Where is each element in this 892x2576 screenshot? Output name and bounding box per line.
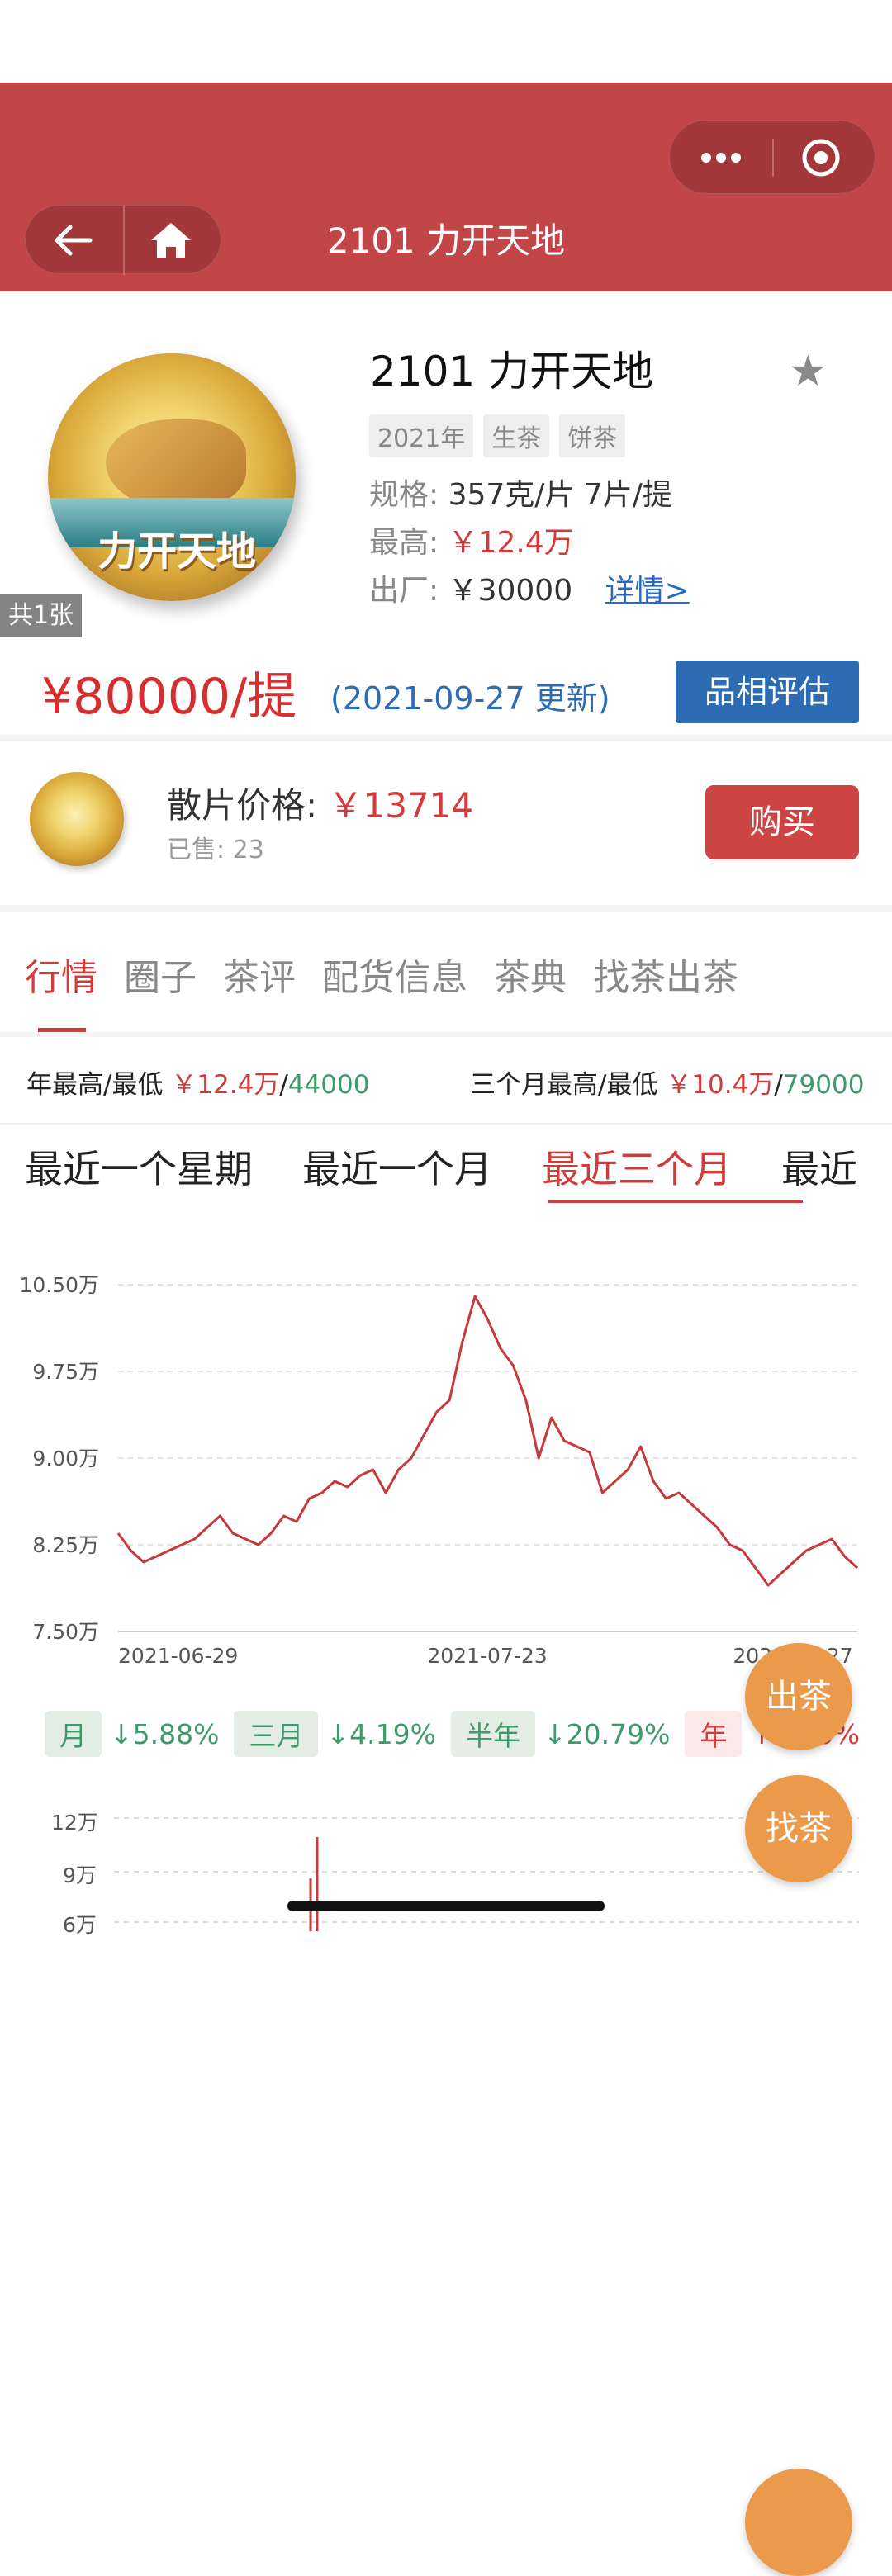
content-tabs: 行情 圈子 茶评 配货信息 茶典 找茶出茶 xyxy=(25,948,738,1001)
product-title: 2101 力开天地 xyxy=(370,348,654,395)
close-target-icon[interactable] xyxy=(800,137,842,178)
section-divider xyxy=(0,735,892,741)
home-indicator xyxy=(287,1901,605,1911)
price-line xyxy=(116,1295,859,1587)
price-trend-chart[interactable]: 10.50万 9.75万 9.00万 8.25万 7.50万 2021-06-29 2021… xyxy=(0,1255,892,1684)
spec-value: 357克/片 7片/提 xyxy=(448,478,672,512)
range-divider xyxy=(0,1123,892,1125)
volume-axis-label: 9万 xyxy=(63,1863,97,1887)
loose-price-label: 散片价格: xyxy=(167,785,318,826)
year-high: ￥12.4万 xyxy=(171,1070,280,1100)
status-bar xyxy=(0,0,892,83)
y-tick-label: 10.50万 xyxy=(19,1273,99,1297)
quarter-range: 三个月最高/最低 ￥10.4万/79000 xyxy=(470,1063,864,1101)
capsule-divider xyxy=(772,139,774,177)
spec-row: 规格: 357克/片 7片/提 xyxy=(369,471,672,514)
y-tick-label: 9.00万 xyxy=(32,1447,99,1470)
year-low: 44000 xyxy=(287,1070,370,1100)
tab-review[interactable]: 茶评 xyxy=(223,948,296,1001)
high-label: 最高: xyxy=(369,526,439,560)
quarter-separator: / xyxy=(774,1070,783,1100)
x-tick-label: 2021-06-29 xyxy=(118,1644,238,1668)
period-month[interactable]: 最近一个月 xyxy=(302,1139,492,1194)
product-image[interactable]: 力开天地 xyxy=(48,353,296,601)
tab-find-sell[interactable]: 找茶出茶 xyxy=(593,948,738,1001)
sold-count: 已售: 23 xyxy=(167,836,264,864)
period-week[interactable]: 最近一个星期 xyxy=(25,1139,253,1194)
mini-program-capsule xyxy=(669,120,875,194)
tag-form: 饼茶 xyxy=(559,414,626,457)
bull-illustration xyxy=(106,419,246,510)
stat-half-label: 半年 xyxy=(450,1711,535,1757)
year-range: 年最高/最低 ￥12.4万/44000 xyxy=(26,1063,369,1101)
current-price: ¥80000/提 xyxy=(41,668,297,726)
period-active-indicator xyxy=(548,1200,803,1203)
find-tea-button[interactable]: 找茶 xyxy=(745,1775,852,1882)
y-tick-label: 9.75万 xyxy=(32,1360,99,1384)
quarter-range-label: 三个月最高/最低 xyxy=(470,1070,658,1100)
factory-row: 出厂: ￥30000 详情> xyxy=(369,566,690,609)
tab-encyclopedia[interactable]: 茶典 xyxy=(494,948,567,1001)
loose-price-value: ￥13714 xyxy=(328,785,474,826)
stat-month-value: ↓5.88% xyxy=(110,1717,220,1750)
y-tick-label: 8.25万 xyxy=(32,1533,99,1557)
stat-quarter-value: ↓4.19% xyxy=(326,1717,436,1750)
price-update-date: (2021-09-27 更新) xyxy=(330,680,610,717)
product-tags: 2021年 生茶 饼茶 xyxy=(369,414,626,457)
period-three-months[interactable]: 最近三个月 xyxy=(542,1139,732,1194)
high-row: 最高: ￥12.4万 xyxy=(369,519,574,561)
more-icon[interactable] xyxy=(700,146,743,169)
detail-link[interactable]: 详情> xyxy=(605,574,690,608)
factory-label: 出厂: xyxy=(369,574,439,608)
change-stats: 月 ↓5.88% 三月 ↓4.19% 半年 ↓20.79% 年 ↑0.00% xyxy=(45,1711,860,1757)
y-tick-label: 7.50万 xyxy=(32,1620,99,1644)
assess-button[interactable]: 品相评估 xyxy=(676,661,859,723)
tag-type: 生茶 xyxy=(483,414,550,457)
year-range-label: 年最高/最低 xyxy=(26,1070,164,1100)
stat-half-value: ↓20.79% xyxy=(543,1717,671,1750)
high-value: ￥12.4万 xyxy=(448,526,574,560)
volume-axis-label: 6万 xyxy=(63,1913,97,1937)
section-divider xyxy=(0,905,892,912)
year-separator: / xyxy=(279,1070,288,1100)
loose-price-row: 散片价格: ￥13714 xyxy=(167,778,473,828)
sell-tea-button[interactable]: 出茶 xyxy=(745,1643,852,1750)
factory-value: ￥30000 xyxy=(448,574,573,608)
header-title: 2101 力开天地 xyxy=(326,220,566,261)
section-divider xyxy=(0,1032,892,1037)
x-tick-label: 2021-07-23 xyxy=(427,1644,547,1668)
period-more[interactable]: 最近 xyxy=(781,1139,857,1194)
loose-thumbnail xyxy=(30,772,124,866)
product-image-text: 力开天地 xyxy=(97,528,257,575)
tag-year: 2021年 xyxy=(369,414,474,457)
quarter-low: 79000 xyxy=(782,1070,865,1100)
image-count-badge: 共1张 xyxy=(0,594,83,637)
quarter-high: ￥10.4万 xyxy=(666,1070,775,1100)
spec-label: 规格: xyxy=(369,478,439,512)
tab-circle[interactable]: 圈子 xyxy=(124,948,197,1001)
stat-month-label: 月 xyxy=(45,1711,102,1757)
stat-year-label: 年 xyxy=(685,1711,743,1757)
stat-quarter-label: 三月 xyxy=(234,1711,319,1757)
buy-button[interactable]: 购买 xyxy=(705,785,859,859)
period-selector: 最近一个星期 最近一个月 最近三个月 最近 xyxy=(25,1139,857,1194)
volume-axis-label: 12万 xyxy=(51,1811,98,1835)
favorite-star-icon[interactable]: ★ xyxy=(789,347,828,396)
tab-allocation[interactable]: 配货信息 xyxy=(322,948,467,1001)
tab-market[interactable]: 行情 xyxy=(25,948,97,1001)
